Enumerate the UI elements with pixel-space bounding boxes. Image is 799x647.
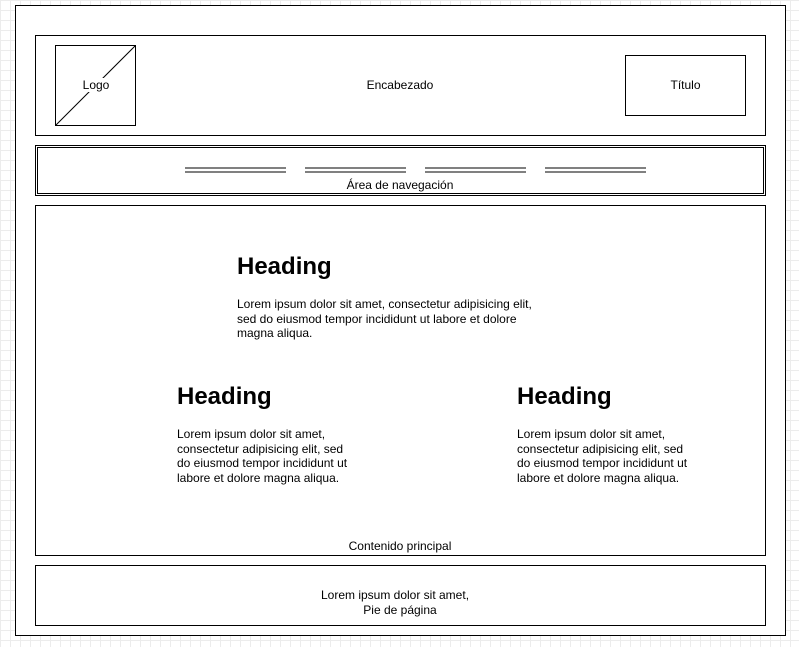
logo-label: Logo bbox=[78, 78, 114, 92]
section-text: Lorem ipsum dolor sit amet, consectetur … bbox=[237, 297, 532, 340]
nav-item-1[interactable] bbox=[185, 167, 286, 173]
footer-label: Pie de página bbox=[363, 603, 437, 617]
logo-placeholder: Logo bbox=[55, 45, 136, 126]
title-label: Título bbox=[670, 78, 701, 92]
main-label: Contenido principal bbox=[348, 539, 452, 553]
nav-item-4[interactable] bbox=[545, 167, 646, 173]
section-heading: Heading bbox=[517, 383, 612, 410]
footer-text: Lorem ipsum dolor sit amet, bbox=[320, 588, 470, 602]
section-text: Lorem ipsum dolor sit amet, consectetur … bbox=[517, 427, 688, 485]
nav-label: Área de navegación bbox=[346, 178, 454, 192]
nav-item-3[interactable] bbox=[425, 167, 526, 173]
nav-item-2[interactable] bbox=[305, 167, 406, 173]
title-box: Título bbox=[625, 55, 746, 116]
header-label: Encabezado bbox=[366, 78, 434, 92]
section-text: Lorem ipsum dolor sit amet, consectetur … bbox=[177, 427, 348, 485]
section-heading: Heading bbox=[237, 253, 332, 280]
section-heading: Heading bbox=[177, 383, 272, 410]
main-content bbox=[35, 205, 766, 556]
